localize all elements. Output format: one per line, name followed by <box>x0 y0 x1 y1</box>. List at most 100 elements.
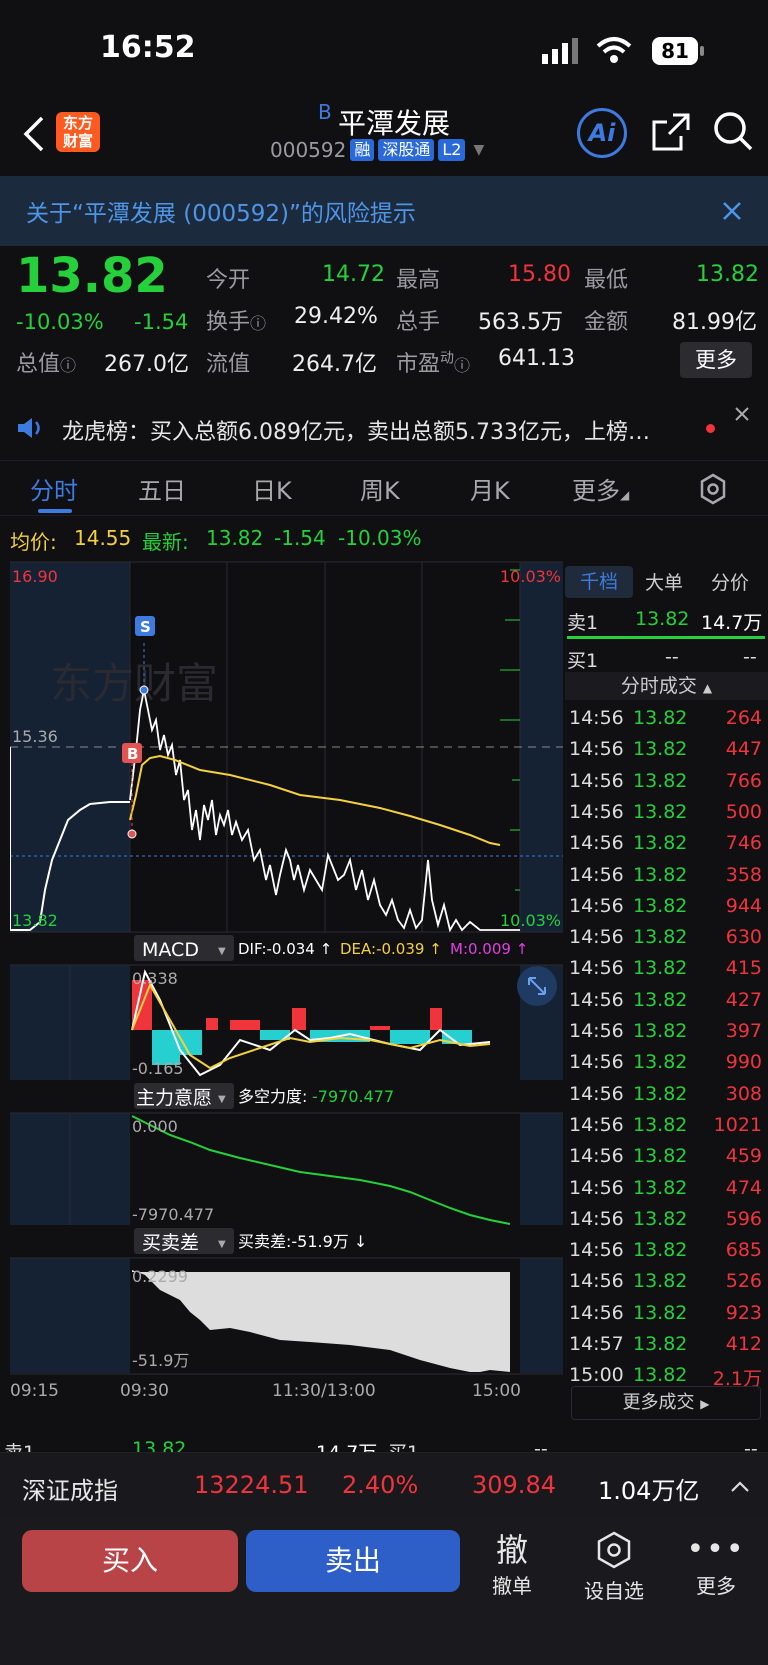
chevron-down-icon: ▼ <box>218 1239 226 1250</box>
trade-price: 13.82 <box>633 1239 688 1262</box>
notice-text: 龙虎榜：买入总额6.089亿元，卖出总额5.733亿元，上榜… <box>62 420 650 445</box>
cancel-order-button[interactable]: 撤 撤单 <box>472 1530 552 1599</box>
status-bar: 16:52 81 <box>0 0 768 100</box>
trade-volume: 474 <box>725 1176 762 1199</box>
chevron-down-icon: ▼ <box>218 1094 226 1105</box>
trade-volume: 990 <box>725 1051 762 1074</box>
tab-five-day[interactable]: 五日 <box>138 471 186 506</box>
macd-label: MACD <box>142 939 199 961</box>
mcap-label-text: 总值 <box>16 352 61 377</box>
trade-row: 14:56 13.82 500 <box>565 799 768 830</box>
index-bar[interactable]: 深证成指 13224.51 2.40% 309.84 1.04万亿 <box>0 1452 768 1518</box>
close-icon[interactable] <box>734 406 750 422</box>
ticker-buy: 买1 <box>388 1438 419 1452</box>
trade-volume: 1021 <box>713 1113 762 1136</box>
buy-button[interactable]: 买入 <box>22 1530 238 1592</box>
latest-pct: -10.03% <box>338 526 422 550</box>
wifi-icon <box>596 37 632 63</box>
trade-row: 14:56 13.82 1021 <box>565 1112 768 1143</box>
trade-price: 13.82 <box>633 1207 688 1230</box>
trade-time: 14:56 <box>569 957 624 980</box>
ai-icon[interactable]: Ai <box>577 108 627 158</box>
trade-price: 13.82 <box>633 1270 688 1293</box>
tab-more[interactable]: 更多◢ <box>572 471 629 506</box>
tab-price-dist[interactable]: 分价 <box>711 568 749 595</box>
price-mid-label: 15.36 <box>12 727 58 746</box>
notice-bar[interactable]: 龙虎榜：买入总额6.089亿元，卖出总额5.733亿元，上榜… <box>0 394 768 464</box>
tab-large-order[interactable]: 大单 <box>645 568 683 595</box>
share-icon[interactable] <box>651 112 691 152</box>
zl-min-label: -7970.477 <box>132 1205 214 1224</box>
float-label: 流值 <box>206 352 251 377</box>
sell-button[interactable]: 卖出 <box>246 1530 460 1592</box>
macd-min-label: -0.165 <box>132 1059 184 1078</box>
chevron-up-icon[interactable] <box>730 1481 750 1493</box>
order-book-panel: 千档 大单 分价 卖1 13.82 14.7万 买1 -- -- 分时成交 ▲ … <box>565 560 768 1440</box>
tab-indicator <box>38 509 72 513</box>
trade-row: 14:56 13.82 944 <box>565 893 768 924</box>
ticker-sell-vol: 14.7万 <box>316 1438 377 1452</box>
tab-monthly-k[interactable]: 月K <box>470 471 510 506</box>
tab-weekly-k[interactable]: 周K <box>360 471 400 506</box>
sell-marker-text: S <box>140 618 151 636</box>
tab-depth[interactable]: 千档 <box>565 566 633 598</box>
open-value: 14.72 <box>322 262 385 287</box>
trades-title[interactable]: 分时成交 ▲ <box>565 672 768 700</box>
add-watchlist-button[interactable]: 设自选 <box>574 1530 654 1604</box>
buy-marker-text: B <box>127 745 138 763</box>
stock-name[interactable]: 平潭发展 <box>338 102 450 142</box>
trade-volume: 596 <box>725 1207 762 1230</box>
trade-price: 13.82 <box>633 1176 688 1199</box>
trade-price: 13.82 <box>633 1301 688 1324</box>
turnover-label[interactable]: 换手ⓘ <box>206 304 266 336</box>
more-trades-button[interactable]: 更多成交 ▶ <box>571 1386 761 1420</box>
trade-price: 13.82 <box>633 1051 688 1074</box>
sell1-label: 卖1 <box>567 612 599 634</box>
chevron-down-icon: ◢ <box>620 488 630 502</box>
action-bar: 买入 卖出 撤 撤单 设自选 ••• 更多 <box>0 1518 768 1665</box>
trade-row: 14:56 13.82 397 <box>565 1018 768 1049</box>
trade-time: 14:56 <box>569 1301 624 1324</box>
index-pct: 2.40% <box>342 1471 419 1499</box>
intraday-chart[interactable]: 东方财富 S B 16.90 15.36 13.82 10.03% 10.03%… <box>9 560 563 1430</box>
mmc-value: 买卖差:-51.9万 ↓ <box>238 1232 367 1251</box>
trade-row: 14:56 13.82 766 <box>565 768 768 799</box>
battery-icon: 81 <box>652 37 698 65</box>
price-min-label: 13.82 <box>12 911 58 930</box>
more-actions-button[interactable]: ••• 更多 <box>676 1530 756 1599</box>
mcap-label[interactable]: 总值ⓘ <box>16 346 76 378</box>
zl-value-label: 多空力度: <box>238 1087 307 1106</box>
stock-code-row[interactable]: 000592 融 深股通 L2 ▼ <box>270 138 484 162</box>
macd-max-label: 0.338 <box>132 969 178 988</box>
close-icon[interactable] <box>722 201 742 221</box>
zl-value: -7970.477 <box>312 1087 394 1106</box>
trade-volume: 412 <box>725 1333 762 1355</box>
trade-volume: 630 <box>725 926 762 949</box>
tab-intraday[interactable]: 分时 <box>30 471 78 506</box>
tab-daily-k[interactable]: 日K <box>252 471 292 506</box>
mmc-post-bg <box>520 1258 563 1373</box>
amount-label: 金额 <box>584 310 629 335</box>
price-max-label: 16.90 <box>12 567 58 586</box>
risk-banner[interactable]: 关于“平潭发展 (000592)”的风险提示 <box>0 176 768 246</box>
gear-icon[interactable] <box>697 473 729 505</box>
trade-time: 14:56 <box>569 1145 624 1168</box>
last-price: 13.82 <box>16 248 168 304</box>
ticker-buy-price: -- <box>534 1438 548 1452</box>
watchlist-icon <box>597 1531 631 1569</box>
watermark: 东方财富 <box>50 660 218 707</box>
trade-price: 13.82 <box>633 707 688 729</box>
search-icon[interactable] <box>712 110 754 152</box>
chevron-right-icon: ▶ <box>700 1397 710 1411</box>
buy1-vol: -- <box>743 646 757 668</box>
pe-label[interactable]: 市盈动ⓘ <box>396 346 470 378</box>
trade-price: 13.82 <box>633 1145 688 1168</box>
mmc-min-label: -51.9万 <box>132 1351 189 1370</box>
ticker-buy-vol: -- <box>744 1438 758 1452</box>
info-icon: ⓘ <box>454 356 471 375</box>
low-value: 13.82 <box>696 262 759 287</box>
turnover-label-text: 换手 <box>206 310 251 335</box>
trade-volume: 427 <box>725 988 762 1011</box>
back-icon[interactable] <box>22 116 48 152</box>
more-button[interactable]: 更多 <box>680 342 752 378</box>
